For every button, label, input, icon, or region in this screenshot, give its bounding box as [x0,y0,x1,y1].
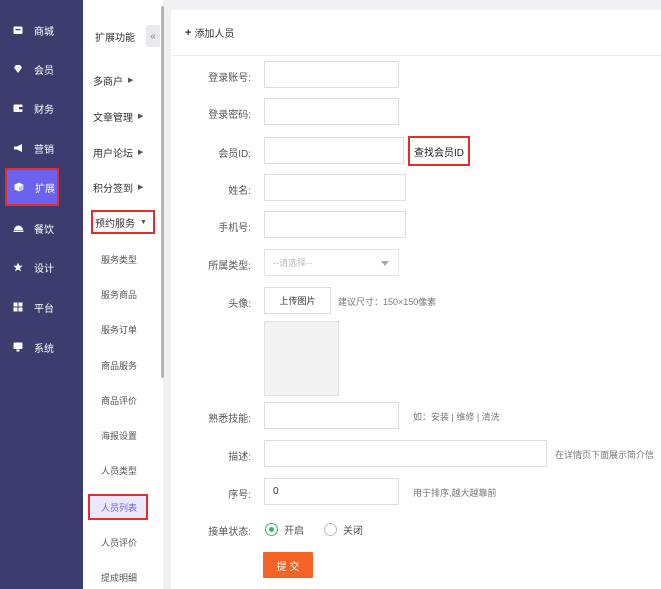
diamond-icon [10,64,26,74]
main-panel: + 添加人员 登录账号: 登录密码: 会员ID: 查找会员ID 姓名: 手机号:… [171,10,661,589]
nav-item-system[interactable]: 系统 [6,333,60,361]
member-id-label: 会员ID: [218,149,251,160]
caret-right-icon: ▶ [138,149,144,156]
menu-group-points-signin[interactable]: 积分签到 ▶ [93,177,143,197]
panel-header: + 添加人员 [171,10,661,56]
menu-group-label: 预约服务 [95,218,135,230]
nav-item-dining[interactable]: 餐饮 [6,214,60,242]
main-nav: 商城 会员 财务 营销 扩展 餐饮 设计 平台 系统 [0,0,83,589]
phone-input[interactable] [264,211,406,238]
nav-item-design[interactable]: 设计 [6,253,60,281]
status-off-label: 关闭 [343,526,363,537]
skills-label: 熟悉技能: [208,414,251,425]
menu-scrollbar[interactable] [161,6,164,378]
skills-hint: 如：安装 | 维修 | 清洗 [413,412,500,422]
menu-item-staff-type[interactable]: 人员类型 [101,461,137,479]
menu-group-label: 积分签到 [93,183,133,195]
menu-item-service-orders[interactable]: 服务订单 [101,320,137,338]
nav-item-member[interactable]: 会员 [6,55,60,83]
collapse-menu-button[interactable]: « [146,25,160,47]
nav-label: 餐饮 [34,224,54,236]
secondary-menu: 扩展功能 « 多商户 ▶ 文章管理 ▶ 用户论坛 ▶ 积分签到 ▶ 预约服务 ▼ 服务类型… [83,0,163,589]
plus-icon: + [185,26,192,39]
avatar-hint: 建议尺寸：150×150像素 [338,297,437,307]
megaphone-icon [10,143,26,153]
type-select[interactable]: --请选择-- [264,249,399,276]
description-input[interactable] [264,440,547,467]
submenu-title: 扩展功能 [95,32,135,44]
nav-item-marketing[interactable]: 营销 [6,134,60,162]
nav-item-finance[interactable]: 财务 [6,94,60,122]
radio-checked-icon [265,523,278,536]
status-on-radio[interactable]: 开启 [265,522,304,537]
menu-item-service-type[interactable]: 服务类型 [101,250,137,268]
caret-right-icon: ▶ [138,184,144,191]
nav-label: 财务 [34,104,54,116]
menu-item-staff-reviews[interactable]: 人员评价 [101,533,137,551]
sort-label: 序号: [228,490,251,501]
find-member-button[interactable]: 查找会员ID [408,136,470,166]
menu-group-forum[interactable]: 用户论坛 ▶ [93,142,143,162]
menu-item-goods-reviews[interactable]: 商品评价 [101,391,137,409]
sort-hint: 用于排序,越大越靠前 [413,488,497,498]
menu-item-goods-service[interactable]: 商品服务 [101,356,137,374]
panel-title: 添加人员 [194,29,235,40]
password-label: 登录密码: [208,110,251,121]
chevron-down-icon [381,261,389,266]
member-id-input[interactable] [264,137,404,164]
dish-icon [10,223,26,233]
type-select-value: --请选择-- [273,258,312,268]
menu-item-staff-list[interactable]: 人员列表 [88,494,148,520]
menu-item-commission-details[interactable]: 提成明细 [101,568,137,586]
caret-right-icon: ▶ [138,113,144,120]
menu-group-booking-service[interactable]: 预约服务 ▼ [91,210,155,234]
menu-group-label: 文章管理 [93,112,133,124]
grid-icon [10,302,26,312]
avatar-preview [264,321,339,396]
menu-item-service-goods[interactable]: 服务商品 [101,285,137,303]
menu-group-multi-merchant[interactable]: 多商户 ▶ [93,70,133,90]
menu-group-label: 多商户 [93,76,123,88]
name-label: 姓名: [228,186,251,197]
account-input[interactable] [264,61,399,88]
menu-group-label: 用户论坛 [93,148,133,160]
nav-label: 平台 [34,303,54,315]
description-label: 描述: [228,452,251,463]
menu-group-articles[interactable]: 文章管理 ▶ [93,106,143,126]
nav-item-shop[interactable]: 商城 [6,16,60,44]
wallet-icon [10,103,26,113]
monitor-icon [10,342,26,352]
nav-label: 系统 [34,343,54,355]
caret-right-icon: ▶ [128,77,134,84]
radio-unchecked-icon [324,523,337,536]
nav-label: 商城 [34,26,54,38]
description-hint: 在详情页下面展示简介信 [555,450,655,460]
type-label: 所属类型: [208,261,251,272]
status-label: 接单状态: [208,527,251,538]
account-label: 登录账号: [208,73,251,84]
nav-item-platform[interactable]: 平台 [6,293,60,321]
phone-label: 手机号: [218,223,251,234]
caret-down-icon: ▼ [140,218,147,226]
app-root: 商城 会员 财务 营销 扩展 餐饮 设计 平台 系统 扩展功能 « 多商户 ▶ … [0,0,661,589]
shop-icon [10,25,26,35]
status-off-radio[interactable]: 关闭 [324,522,363,537]
sort-input[interactable]: 0 [264,478,399,505]
nav-label: 会员 [34,65,54,77]
password-input[interactable] [264,98,399,125]
submit-button[interactable]: 提 交 [263,552,313,578]
menu-item-poster-settings[interactable]: 海报设置 [101,426,137,444]
avatar-label: 头像: [228,299,251,310]
nav-label: 扩展 [35,183,55,195]
nav-item-extend[interactable]: 扩展 [5,168,59,206]
star-icon [10,262,26,272]
nav-label: 营销 [34,144,54,156]
upload-image-button[interactable]: 上传图片 [264,287,331,314]
name-input[interactable] [264,174,406,201]
status-on-label: 开启 [284,526,304,537]
cube-icon [11,182,27,192]
skills-input[interactable] [264,402,399,429]
nav-label: 设计 [34,263,54,275]
